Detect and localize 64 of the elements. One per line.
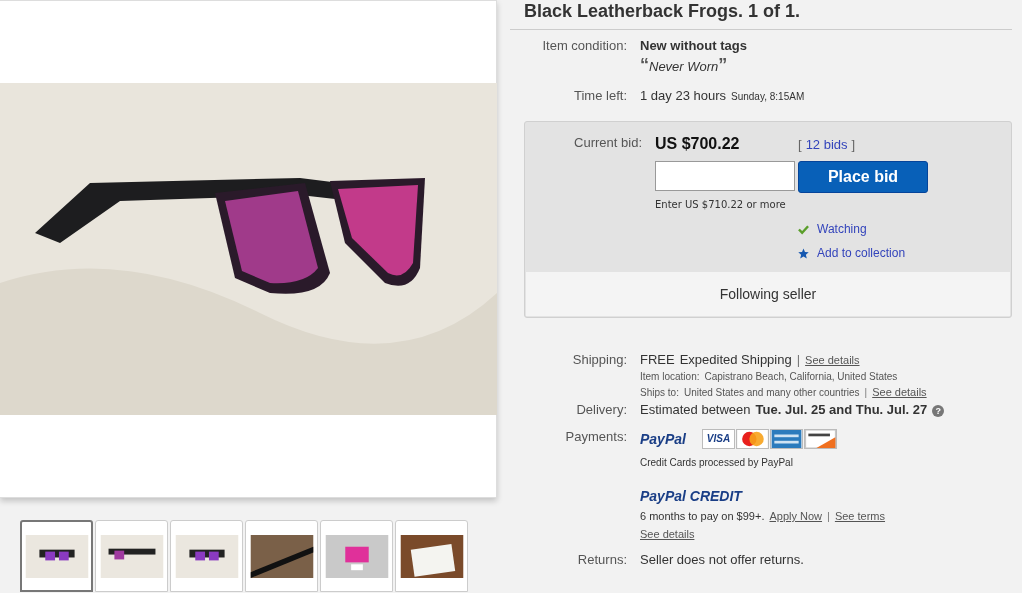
- item-location: Capistrano Beach, California, United States: [704, 371, 898, 382]
- place-bid-button[interactable]: Place bid: [798, 161, 928, 193]
- paypal-credit-logo: PayPal CREDIT: [640, 488, 744, 504]
- returns-value: Seller does not offer returns.: [640, 552, 805, 567]
- credit-card-icon: [803, 429, 837, 449]
- delivery-estimate: Estimated between: [640, 402, 751, 417]
- bid-input-field[interactable]: [655, 161, 795, 191]
- add-to-collection-link[interactable]: Add to collection: [817, 246, 906, 260]
- field-label: Returns:: [576, 552, 628, 567]
- credit-offer: 6 months to pay on $99+.: [640, 510, 765, 522]
- current-price: US $700.22: [655, 135, 741, 153]
- photo-thumbnail: [324, 534, 389, 578]
- checkmark-icon: [798, 223, 809, 235]
- bid-hint: Enter US $710.22 or more: [655, 199, 787, 210]
- following-seller-link[interactable]: Following seller: [719, 286, 817, 302]
- thumbnail[interactable]: [20, 520, 93, 592]
- thumbnail[interactable]: [245, 520, 318, 592]
- bid-count-link[interactable]: 12 bids: [805, 137, 848, 152]
- separator: |: [864, 387, 868, 398]
- quote-mark: ”: [718, 55, 728, 75]
- help-icon[interactable]: ?: [932, 405, 945, 417]
- credit-card-icon: [735, 429, 769, 449]
- quote-mark: “: [640, 55, 649, 75]
- field-label: Shipping:: [571, 352, 628, 369]
- paypal-logo: PayPal: [640, 431, 686, 447]
- shipping-service: Expedited Shipping: [679, 352, 792, 367]
- see-details-link[interactable]: See details: [640, 528, 695, 540]
- field-label: Time left:: [573, 88, 628, 103]
- separator: |: [827, 510, 830, 522]
- thumbnail[interactable]: [170, 520, 243, 592]
- ships-to-value: United States and many other countries: [683, 387, 860, 398]
- bracket: [: [798, 137, 802, 152]
- star-icon: [798, 247, 809, 259]
- see-terms-link[interactable]: See terms: [834, 510, 886, 522]
- field-label: Payments:: [564, 429, 628, 446]
- photo-thumbnail: [24, 534, 89, 578]
- condition-value: New without tags: [640, 38, 748, 53]
- field-label: Current bid:: [573, 135, 643, 152]
- apply-now-link[interactable]: Apply Now: [769, 510, 823, 522]
- separator: |: [796, 352, 801, 367]
- card-logo: VISA: [701, 429, 735, 449]
- photo-thumbnail: [249, 534, 314, 578]
- credit-card-icon: [769, 429, 803, 449]
- thumbnail[interactable]: [320, 520, 393, 592]
- thumbnail[interactable]: [395, 520, 468, 592]
- delivery-dates: Tue. Jul. 25 and Thu. Jul. 27: [755, 402, 928, 417]
- item-title: Black Leatherback Frogs. 1 of 1.: [523, 0, 802, 22]
- see-details-link[interactable]: See details: [872, 386, 927, 398]
- shipping-cost: FREE: [640, 352, 675, 367]
- payment-note: Credit Cards processed by PayPal: [640, 457, 794, 468]
- end-time: Sunday, 8:15AM: [731, 91, 805, 102]
- time-left-value: 1 day 23 hours: [640, 88, 726, 103]
- photo-thumbnail: [174, 534, 239, 578]
- field-label: Item condition:: [541, 38, 628, 55]
- watching-link[interactable]: Watching: [817, 222, 867, 236]
- thumbnail[interactable]: [95, 520, 168, 592]
- bracket: ]: [851, 137, 856, 152]
- condition-note: Never Worn: [649, 59, 719, 74]
- location-label: Item location:: [640, 371, 700, 382]
- photo-thumbnail: [399, 534, 464, 578]
- ships-to-label: Ships to:: [640, 387, 679, 398]
- field-label: Delivery:: [575, 402, 628, 417]
- photo-thumbnail: [99, 534, 164, 578]
- see-details-link[interactable]: See details: [805, 354, 860, 366]
